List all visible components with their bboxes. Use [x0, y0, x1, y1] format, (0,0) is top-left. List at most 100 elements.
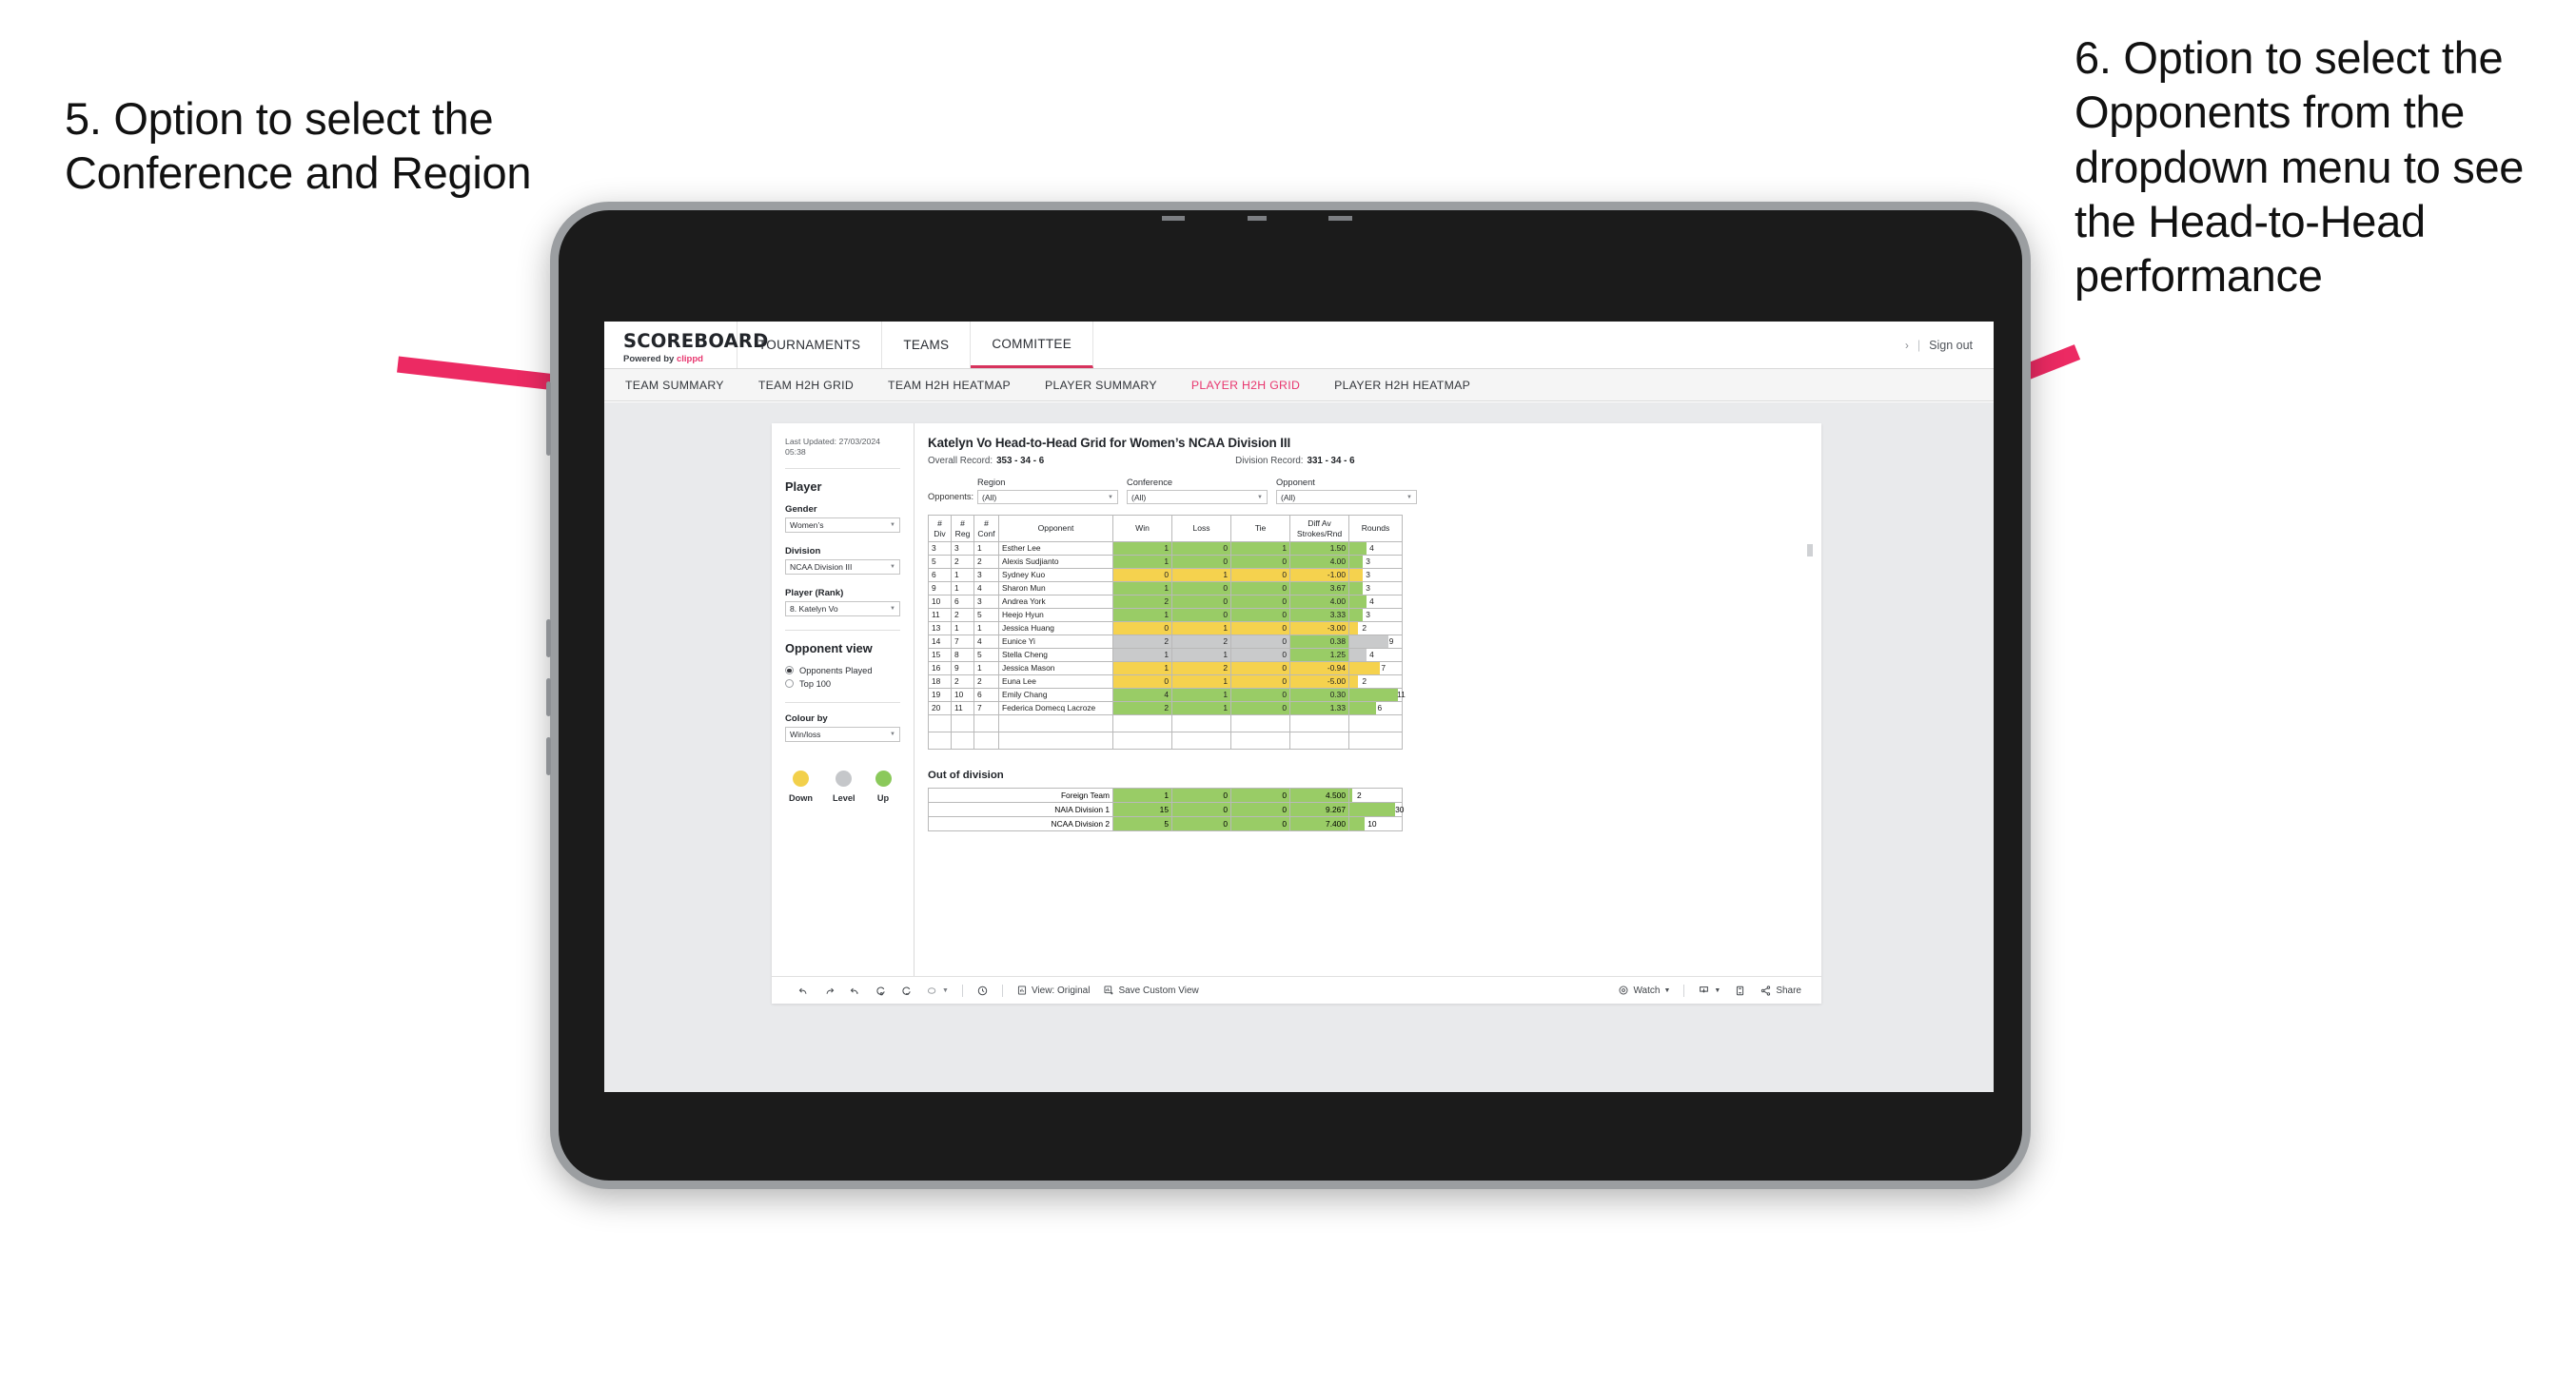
table-row[interactable]: 19 10 6 Emily Chang 4 1 0 0.30 11 — [928, 688, 1406, 702]
table-row[interactable]: 15 8 5 Stella Cheng 1 1 0 1.25 4 — [928, 648, 1403, 662]
divider — [785, 629, 900, 631]
pan-dropdown-button[interactable]: ▼ — [919, 985, 955, 997]
watch-button[interactable]: Watch ▼ — [1611, 985, 1677, 996]
table-row[interactable]: 3 3 1 Esther Lee 1 0 1 1.50 4 — [928, 541, 1403, 556]
cell-div: 16 — [928, 661, 952, 675]
out-of-division-title: Out of division — [928, 770, 1004, 781]
table-row[interactable]: 9 1 4 Sharon Mun 1 0 0 3.67 3 — [928, 581, 1403, 595]
cell-tie: 0 — [1230, 581, 1290, 595]
cell-conf: 5 — [973, 648, 999, 662]
opponent-filter-select[interactable]: (All) ▼ — [1276, 490, 1417, 504]
colour-by-label: Colour by — [785, 713, 828, 724]
view-original-button[interactable]: View: Original — [1010, 985, 1097, 996]
cell-conf: 1 — [973, 621, 999, 635]
cell-diff: -0.94 — [1289, 661, 1349, 675]
tab-team-h2h-heatmap[interactable]: TEAM H2H HEATMAP — [888, 379, 1011, 392]
legend-down-dot — [793, 770, 809, 787]
cell-div: 10 — [928, 595, 952, 609]
conference-filter-select[interactable]: (All) ▼ — [1127, 490, 1268, 504]
table-row[interactable]: 6 1 3 Sydney Kuo 0 1 0 -1.00 3 — [928, 568, 1403, 582]
cell-win: 1 — [1112, 788, 1172, 803]
records-row: Overall Record: 353 - 34 - 6 Division Re… — [928, 456, 1806, 466]
cell-div: 14 — [928, 634, 952, 649]
history-clock-button[interactable] — [970, 985, 995, 997]
col-div[interactable]: # Div — [928, 515, 952, 542]
col-rounds[interactable]: Rounds — [1348, 515, 1403, 542]
player-rank-label: Player (Rank) — [785, 587, 844, 598]
nav-separator: | — [1917, 338, 1921, 352]
cell-opponent: Federica Domecq Lacroze — [998, 701, 1113, 715]
cell-win: 0 — [1112, 674, 1172, 689]
grid-vertical-scrollbar[interactable] — [1807, 544, 1813, 556]
pause-auto-update-button[interactable] — [894, 985, 919, 997]
download-button[interactable]: ▼ — [1691, 985, 1727, 997]
col-conf[interactable]: # Conf — [973, 515, 999, 542]
division-field: Division NCAA Division III ▼ — [785, 546, 900, 575]
col-diff-av-strokes[interactable]: Diff Av Strokes/Rnd — [1289, 515, 1349, 542]
undo-button[interactable] — [791, 985, 816, 997]
radio-top-100[interactable]: Top 100 — [785, 679, 900, 689]
chevron-right-icon[interactable]: › — [1905, 339, 1909, 352]
page-title: Katelyn Vo Head-to-Head Grid for Women’s… — [928, 436, 1291, 450]
cell-diff: 1.50 — [1289, 541, 1349, 556]
division-record-label: Division Record: — [1235, 456, 1304, 466]
cell-div: 11 — [928, 608, 952, 622]
col-opponent[interactable]: Opponent — [998, 515, 1113, 542]
table-row[interactable]: 10 6 3 Andrea York 2 0 0 4.00 4 — [928, 595, 1403, 609]
table-row[interactable]: 18 2 2 Euna Lee 0 1 0 -5.00 2 — [928, 674, 1403, 689]
col-win[interactable]: Win — [1112, 515, 1172, 542]
save-custom-view-button[interactable]: Save Custom View — [1096, 985, 1205, 996]
sign-out-link[interactable]: Sign out — [1929, 339, 1973, 352]
table-row[interactable]: 11 2 5 Heejo Hyun 1 0 0 3.33 3 — [928, 608, 1403, 622]
table-row[interactable]: 14 7 4 Eunice Yi 2 2 0 0.38 9 — [928, 634, 1403, 649]
refresh-button[interactable] — [868, 985, 894, 997]
tab-team-h2h-grid[interactable]: TEAM H2H GRID — [758, 379, 854, 392]
table-row[interactable]: NCAA Division 2 5 0 0 7.400 10 — [928, 816, 1403, 831]
col-loss[interactable]: Loss — [1171, 515, 1231, 542]
table-row[interactable]: 5 2 2 Alexis Sudjianto 1 0 0 4.00 3 — [928, 555, 1403, 569]
cell-win: 2 — [1112, 595, 1172, 609]
cell-loss: 1 — [1171, 568, 1231, 582]
region-filter-select[interactable]: (All) ▼ — [977, 490, 1118, 504]
table-row[interactable]: 20 11 7 Federica Domecq Lacroze 2 1 0 1.33 6 — [928, 701, 1403, 715]
tab-team-summary[interactable]: TEAM SUMMARY — [625, 379, 724, 392]
nav-item-teams[interactable]: TEAMS — [882, 322, 972, 368]
nav-item-committee[interactable]: COMMITTEE — [971, 322, 1094, 368]
cell-diff: 1.33 — [1289, 701, 1349, 715]
col-reg[interactable]: # Reg — [951, 515, 974, 542]
opponent-filter-value: (All) — [1281, 492, 1296, 502]
table-row[interactable]: 13 1 1 Jessica Huang 0 1 0 -3.00 2 — [928, 621, 1403, 635]
division-select[interactable]: NCAA Division III ▼ — [785, 558, 900, 575]
cell-reg: 7 — [951, 634, 974, 649]
redo-button[interactable] — [816, 985, 842, 997]
col-tie[interactable]: Tie — [1230, 515, 1290, 542]
revert-button[interactable] — [842, 985, 868, 997]
cell-div: 15 — [928, 648, 952, 662]
table-row[interactable]: Foreign Team 1 0 0 4.500 2 — [928, 788, 1403, 803]
device-extra-button — [546, 737, 551, 775]
device-volume-down-button — [546, 678, 551, 716]
main-content: Katelyn Vo Head-to-Head Grid for Women’s… — [914, 423, 1821, 1004]
share-button[interactable]: Share — [1753, 985, 1808, 997]
colour-by-select[interactable]: Win/loss ▼ — [785, 726, 900, 742]
nav-item-tournaments[interactable]: TOURNAMENTS — [737, 322, 883, 368]
tab-player-summary[interactable]: PLAYER SUMMARY — [1045, 379, 1157, 392]
player-rank-select[interactable]: 8. Katelyn Vo ▼ — [785, 600, 900, 616]
annotation-left: 5. Option to select the Conference and R… — [65, 93, 532, 199]
cell-tie: 0 — [1230, 701, 1290, 715]
gender-select[interactable]: Women’s ▼ — [785, 517, 900, 533]
cell-win: 5 — [1112, 816, 1172, 831]
cell-reg: 1 — [951, 581, 974, 595]
radio-icon — [785, 679, 794, 689]
table-row[interactable]: 16 9 1 Jessica Mason 1 2 0 -0.94 7 — [928, 661, 1403, 675]
cell-diff: -5.00 — [1289, 674, 1349, 689]
tab-player-h2h-grid[interactable]: PLAYER H2H GRID — [1191, 379, 1300, 392]
table-row[interactable]: NAIA Division 1 15 0 0 9.267 30 — [928, 802, 1404, 817]
fullscreen-button[interactable] — [1727, 985, 1753, 997]
brand-logo[interactable]: SCOREBOARD Powered by clippd — [604, 322, 768, 368]
chevron-down-icon: ▼ — [1406, 494, 1412, 500]
watch-label: Watch — [1633, 985, 1661, 996]
chevron-down-icon: ▼ — [1714, 986, 1721, 994]
tab-player-h2h-heatmap[interactable]: PLAYER H2H HEATMAP — [1334, 379, 1470, 392]
radio-opponents-played[interactable]: Opponents Played — [785, 666, 900, 675]
